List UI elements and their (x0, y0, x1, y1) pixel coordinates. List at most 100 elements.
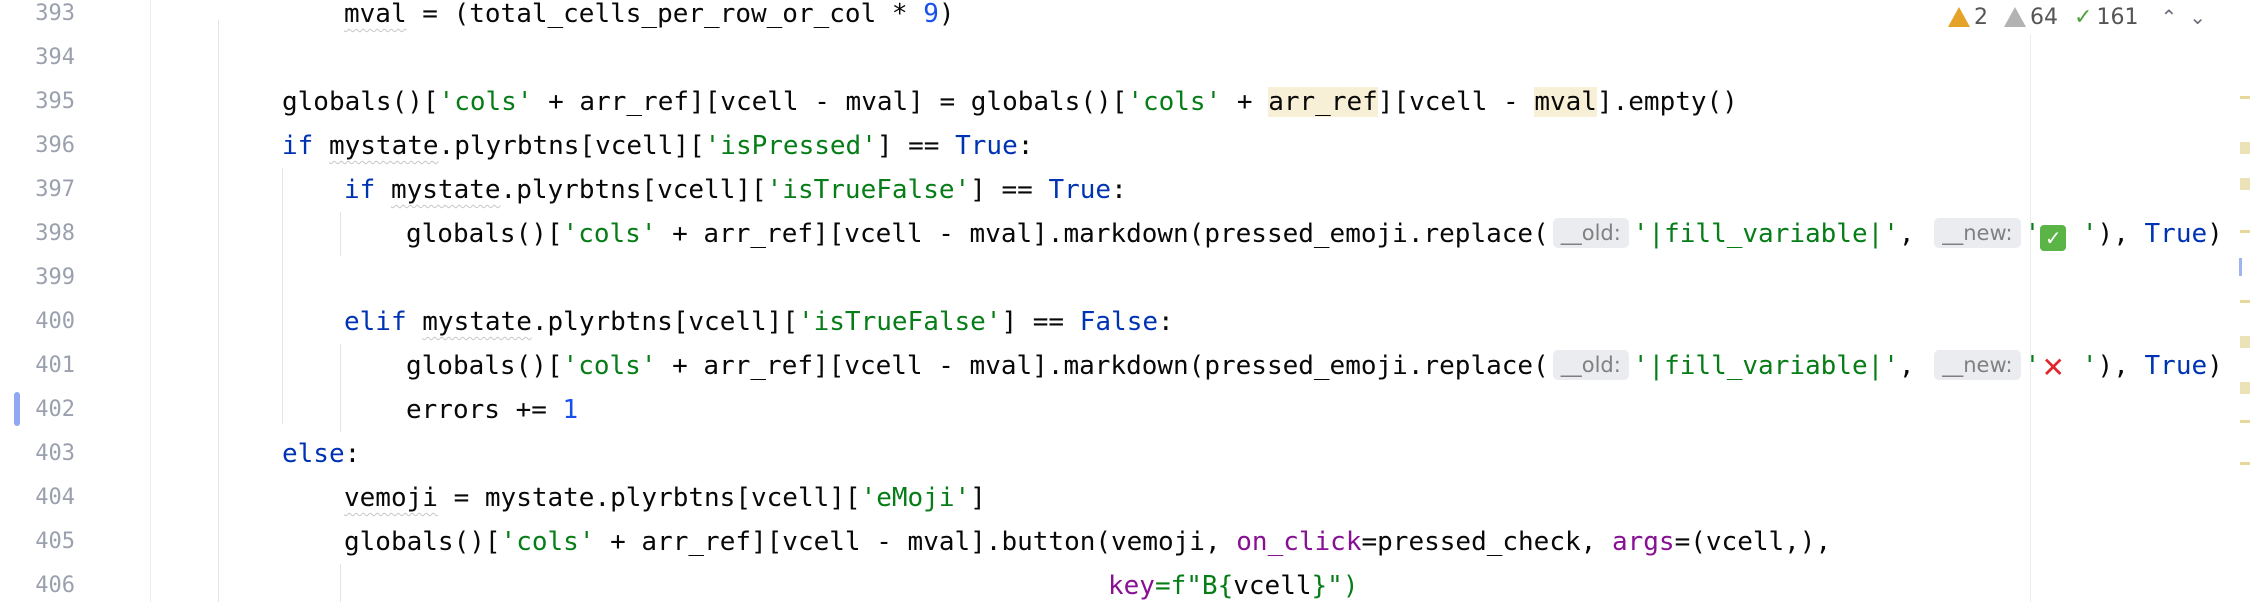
token: mval (1534, 87, 1597, 117)
token: .plyrbtns[vcell][ (531, 307, 798, 337)
token: ()[ (515, 351, 563, 381)
token: args (1611, 527, 1675, 557)
token: : (344, 439, 361, 469)
right-margin-guide (2030, 34, 2031, 602)
errors-indicator[interactable]: 2 (1948, 5, 1988, 30)
code-line-403[interactable]: else: (282, 432, 360, 476)
code-line-398[interactable]: globals()['cols' + arr_ref][vcell - mval… (406, 212, 2223, 256)
line-number: 403 (35, 441, 75, 466)
inspection-widget[interactable]: 2 64 ✓ 161 ⌃ ⌄ (1948, 0, 2206, 34)
code-line-401[interactable]: globals()['cols' + arr_ref][vcell - mval… (406, 344, 2223, 388)
code-line-400[interactable]: elif mystate.plyrbtns[vcell]['isTrueFals… (344, 300, 1174, 344)
token: 'cols' (1127, 87, 1222, 117)
scroll-marker[interactable] (2240, 382, 2250, 394)
chevron-down-icon[interactable]: ⌄ (2189, 5, 2206, 29)
indent-guide (218, 20, 219, 602)
code-line-406[interactable]: key=f"B{vcell}") (1108, 564, 1359, 608)
warnings-indicator[interactable]: 64 (2004, 5, 2058, 30)
token: elif (344, 307, 407, 337)
code-line-402[interactable]: errors += 1 (406, 388, 578, 432)
token: if (344, 175, 376, 205)
token: ][vcell - (1377, 87, 1535, 117)
code-line-397[interactable]: if mystate.plyrbtns[vcell]['isTrueFalse'… (344, 168, 1127, 212)
token: 'cols' (562, 219, 657, 249)
errors-count: 2 (1974, 4, 1989, 30)
token: ' (2066, 219, 2098, 249)
token: 'cols' (500, 527, 595, 557)
token: globals (344, 527, 454, 557)
token: True (2144, 219, 2208, 249)
token: : (1111, 175, 1127, 205)
token: ' (2066, 351, 2098, 381)
token: arr_ref (1268, 87, 1378, 117)
typos-indicator[interactable]: ✓ 161 (2074, 5, 2138, 30)
token: =(vcell,), (1674, 527, 1832, 557)
code-line-395[interactable]: globals()['cols' + arr_ref][vcell - mval… (282, 80, 1738, 124)
scroll-marker[interactable] (2240, 420, 2250, 423)
token: key (1108, 571, 1155, 601)
scroll-marker[interactable] (2240, 178, 2250, 190)
parameter-hint: __new: (1934, 218, 2021, 248)
indent-guide (340, 344, 341, 432)
line-number: 399 (35, 265, 75, 290)
cross-mark-emoji-icon: ✕ (2041, 351, 2065, 384)
code-line-396[interactable]: if mystate.plyrbtns[vcell]['isPressed'] … (282, 124, 1033, 168)
token: errors += (406, 395, 563, 425)
token: ] == (1001, 307, 1080, 337)
token: 'cols' (438, 87, 533, 117)
vcs-change-marker[interactable] (14, 392, 20, 426)
token: , (1898, 351, 1931, 381)
token: = mystate.plyrbtns[vcell][ (437, 483, 861, 513)
token: else (282, 439, 345, 469)
token: 'eMoji' (860, 483, 971, 513)
token: ()[ (453, 527, 501, 557)
line-number: 402 (35, 397, 75, 422)
token: .plyrbtns[vcell][ (500, 175, 767, 205)
scroll-marker[interactable] (2240, 142, 2250, 154)
line-number: 396 (35, 133, 75, 158)
scroll-marker[interactable] (2240, 336, 2250, 348)
scroll-marker[interactable] (2240, 462, 2250, 465)
line-number: 398 (35, 221, 75, 246)
warnings-count: 64 (2030, 4, 2059, 30)
token: ].empty() (1596, 87, 1738, 117)
token: ] == (876, 131, 956, 161)
code-line-405[interactable]: globals()['cols' + arr_ref][vcell - mval… (344, 520, 1831, 564)
line-number: 395 (35, 89, 75, 114)
check-mark-emoji-icon: ✓ (2040, 225, 2067, 251)
token: 'cols' (562, 351, 657, 381)
warning-icon (1948, 7, 1971, 27)
token: }") (1311, 571, 1359, 601)
token: globals (970, 87, 1081, 117)
chevron-up-icon[interactable]: ⌃ (2160, 5, 2177, 29)
token: 9 (923, 0, 939, 29)
token: + arr_ref][vcell - mval] = (532, 87, 971, 117)
token: on_click (1236, 527, 1362, 557)
gutter-separator (150, 0, 151, 602)
token: mystate (422, 307, 532, 337)
scroll-marker[interactable] (2240, 230, 2250, 233)
indent-guide (340, 564, 341, 602)
scroll-marker[interactable] (2240, 96, 2250, 99)
scroll-marker[interactable] (2239, 258, 2242, 276)
code-line-404[interactable]: vemoji = mystate.plyrbtns[vcell]['eMoji'… (344, 476, 986, 520)
token: : (1158, 307, 1174, 337)
code-line-393[interactable]: mval = (total_cells_per_row_or_col * 9) (344, 0, 955, 36)
token: True (2144, 351, 2208, 381)
indent-guide (340, 212, 341, 256)
token: .plyrbtns[vcell][ (438, 131, 705, 161)
token: =f"B{ (1154, 571, 1234, 601)
token: globals (406, 219, 516, 249)
line-number: 397 (35, 177, 75, 202)
token: 'isPressed' (704, 131, 877, 161)
scroll-marker[interactable] (2240, 300, 2250, 303)
token: vemoji (344, 483, 438, 513)
token: vcell (1233, 571, 1312, 601)
token: mystate (328, 131, 439, 161)
token: '|fill_variable|' (1632, 219, 1899, 249)
token: 'isTrueFalse' (766, 175, 971, 205)
token: True (1048, 175, 1112, 205)
token: ] == (970, 175, 1049, 205)
